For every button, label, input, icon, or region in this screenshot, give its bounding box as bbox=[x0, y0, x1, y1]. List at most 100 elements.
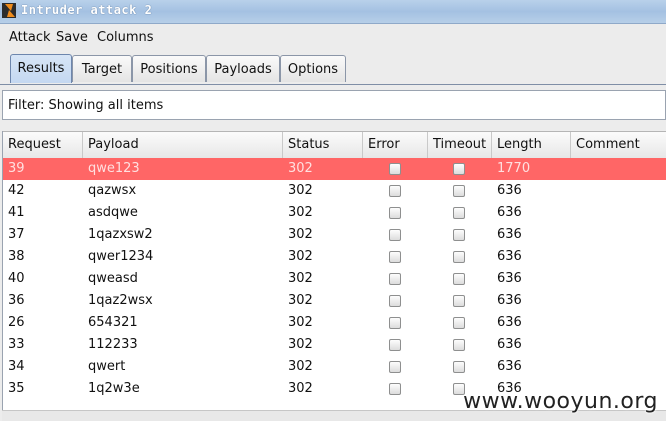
timeout-checkbox[interactable] bbox=[453, 229, 465, 241]
cell-comment bbox=[571, 224, 666, 246]
cell-length: 636 bbox=[497, 337, 522, 352]
tab-options[interactable]: Options bbox=[280, 55, 346, 82]
tab-payloads[interactable]: Payloads bbox=[206, 55, 280, 82]
column-header-payload[interactable]: Payload bbox=[83, 132, 283, 158]
cell-status: 302 bbox=[288, 271, 313, 286]
title-bar: Intruder attack 2 bbox=[0, 0, 666, 24]
cell-payload: asdqwe bbox=[88, 205, 138, 220]
cell-length: 636 bbox=[497, 359, 522, 374]
error-checkbox[interactable] bbox=[389, 251, 401, 263]
cell-comment bbox=[571, 158, 666, 180]
cell-status: 302 bbox=[288, 315, 313, 330]
table-row[interactable]: 40 qweasd 302 636 bbox=[3, 268, 666, 290]
timeout-checkbox[interactable] bbox=[453, 295, 465, 307]
window-title: Intruder attack 2 bbox=[21, 3, 153, 17]
cell-payload: 112233 bbox=[88, 337, 138, 352]
cell-payload: qwer1234 bbox=[88, 249, 154, 264]
table-row[interactable]: 42 qazwsx 302 636 bbox=[3, 180, 666, 202]
cell-comment bbox=[571, 268, 666, 290]
error-checkbox[interactable] bbox=[389, 361, 401, 373]
cell-request: 42 bbox=[8, 183, 25, 198]
cell-request: 41 bbox=[8, 205, 25, 220]
error-checkbox[interactable] bbox=[389, 339, 401, 351]
error-checkbox[interactable] bbox=[389, 185, 401, 197]
error-checkbox[interactable] bbox=[389, 317, 401, 329]
error-checkbox[interactable] bbox=[389, 229, 401, 241]
cell-payload: qwe123 bbox=[88, 161, 140, 176]
tab-results[interactable]: Results bbox=[10, 54, 72, 83]
cell-comment bbox=[571, 334, 666, 356]
column-header-error[interactable]: Error bbox=[363, 132, 428, 158]
column-header-status[interactable]: Status bbox=[283, 132, 363, 158]
column-header-request[interactable]: Request bbox=[3, 132, 83, 158]
table-header: Request Payload Status Error Timeout Len… bbox=[3, 131, 666, 159]
cell-request: 26 bbox=[8, 315, 25, 330]
cell-comment bbox=[571, 202, 666, 224]
cell-comment bbox=[571, 312, 666, 334]
cell-status: 302 bbox=[288, 381, 313, 396]
burp-logo-icon bbox=[2, 3, 16, 18]
menu-bar: Attack Save Columns bbox=[0, 24, 666, 50]
cell-request: 34 bbox=[8, 359, 25, 374]
table-row[interactable]: 34 qwert 302 636 bbox=[3, 356, 666, 378]
cell-length: 1770 bbox=[497, 161, 531, 176]
cell-status: 302 bbox=[288, 205, 313, 220]
tab-positions[interactable]: Positions bbox=[132, 55, 206, 82]
table-row[interactable]: 36 1qaz2wsx 302 636 bbox=[3, 290, 666, 312]
menu-save[interactable]: Save bbox=[56, 30, 88, 45]
menu-columns[interactable]: Columns bbox=[97, 30, 154, 45]
cell-comment bbox=[571, 180, 666, 202]
menu-attack[interactable]: Attack bbox=[9, 30, 51, 45]
watermark: www.wooyun.org bbox=[463, 389, 658, 414]
filter-label: Filter: Showing all items bbox=[8, 98, 164, 113]
table-row[interactable]: 39 qwe123 302 1770 bbox=[3, 158, 666, 180]
table-row[interactable]: 33 112233 302 636 bbox=[3, 334, 666, 356]
column-header-length[interactable]: Length bbox=[492, 132, 571, 158]
error-checkbox[interactable] bbox=[389, 273, 401, 285]
cell-payload: 1qaz2wsx bbox=[88, 293, 153, 308]
timeout-checkbox[interactable] bbox=[453, 317, 465, 329]
error-checkbox[interactable] bbox=[389, 163, 401, 175]
table-row[interactable]: 38 qwer1234 302 636 bbox=[3, 246, 666, 268]
table-row[interactable]: 26 654321 302 636 bbox=[3, 312, 666, 334]
tab-target[interactable]: Target bbox=[72, 55, 132, 82]
cell-status: 302 bbox=[288, 227, 313, 242]
timeout-checkbox[interactable] bbox=[453, 163, 465, 175]
cell-length: 636 bbox=[497, 249, 522, 264]
cell-status: 302 bbox=[288, 161, 313, 176]
cell-status: 302 bbox=[288, 249, 313, 264]
cell-payload: 1qazxsw2 bbox=[88, 227, 153, 242]
table-row[interactable]: 37 1qazxsw2 302 636 bbox=[3, 224, 666, 246]
cell-status: 302 bbox=[288, 337, 313, 352]
column-header-comment[interactable]: Comment bbox=[571, 132, 666, 158]
cell-request: 33 bbox=[8, 337, 25, 352]
cell-payload: qweasd bbox=[88, 271, 138, 286]
cell-request: 37 bbox=[8, 227, 25, 242]
cell-payload: qwert bbox=[88, 359, 126, 374]
tab-bar: Results Target Positions Payloads Option… bbox=[0, 50, 666, 85]
cell-payload: 1q2w3e bbox=[88, 381, 140, 396]
cell-length: 636 bbox=[497, 227, 522, 242]
cell-payload: qazwsx bbox=[88, 183, 137, 198]
column-header-timeout[interactable]: Timeout bbox=[428, 132, 492, 158]
cell-comment bbox=[571, 290, 666, 312]
filter-bar[interactable]: Filter: Showing all items bbox=[2, 90, 666, 120]
cell-comment bbox=[571, 246, 666, 268]
timeout-checkbox[interactable] bbox=[453, 251, 465, 263]
timeout-checkbox[interactable] bbox=[453, 361, 465, 373]
cell-length: 636 bbox=[497, 205, 522, 220]
error-checkbox[interactable] bbox=[389, 383, 401, 395]
cell-length: 636 bbox=[497, 315, 522, 330]
timeout-checkbox[interactable] bbox=[453, 185, 465, 197]
cell-length: 636 bbox=[497, 183, 522, 198]
error-checkbox[interactable] bbox=[389, 207, 401, 219]
cell-payload: 654321 bbox=[88, 315, 138, 330]
error-checkbox[interactable] bbox=[389, 295, 401, 307]
table-row[interactable]: 41 asdqwe 302 636 bbox=[3, 202, 666, 224]
timeout-checkbox[interactable] bbox=[453, 339, 465, 351]
timeout-checkbox[interactable] bbox=[453, 273, 465, 285]
cell-comment bbox=[571, 356, 666, 378]
timeout-checkbox[interactable] bbox=[453, 207, 465, 219]
cell-length: 636 bbox=[497, 271, 522, 286]
cell-request: 40 bbox=[8, 271, 25, 286]
